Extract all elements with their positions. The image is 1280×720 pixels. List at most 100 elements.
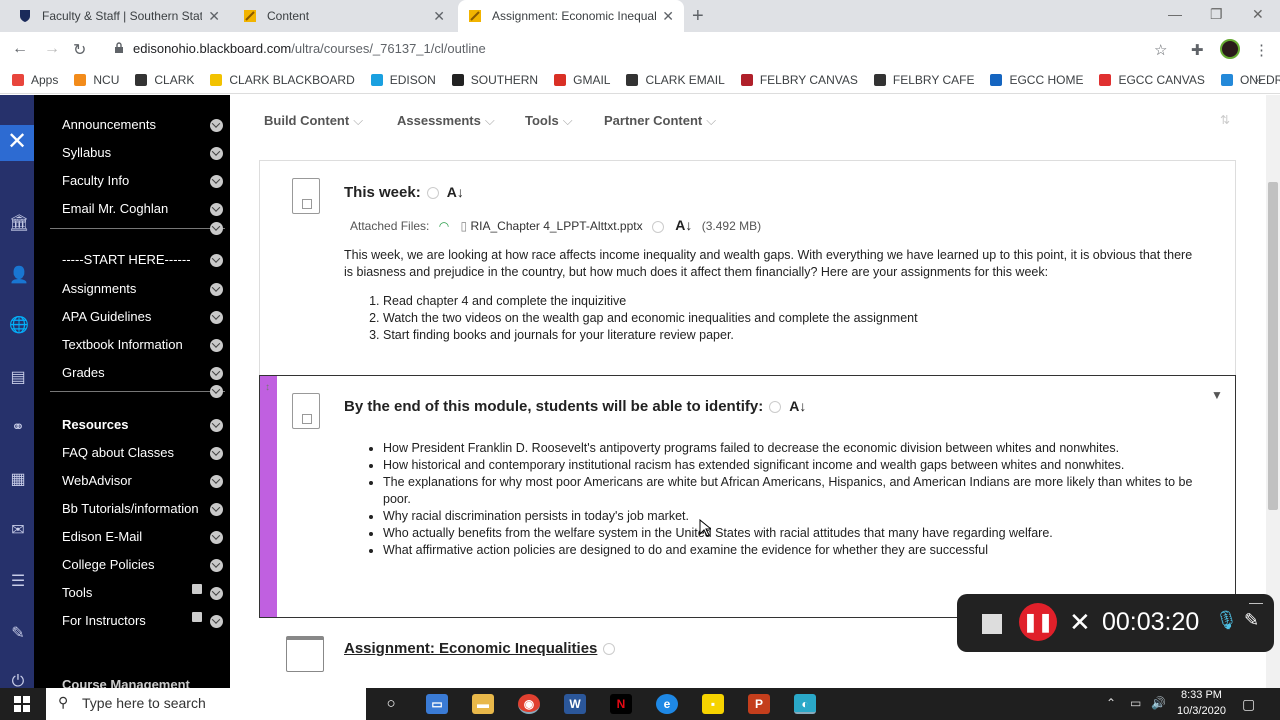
bookmark-item[interactable]: EGCC HOME (990, 73, 1083, 87)
tab-content[interactable]: Content ✕ (233, 0, 455, 32)
menu-item-options-icon[interactable] (210, 339, 223, 352)
minimize-recorder-icon[interactable]: — (1249, 594, 1263, 610)
menu-item-options-icon[interactable] (210, 503, 223, 516)
taskbar-search-box[interactable]: ⚲ Type here to search (46, 688, 366, 720)
partner-content-menu[interactable]: Partner Content ⌵ (604, 113, 716, 129)
course-menu-item[interactable]: Resources (62, 417, 128, 432)
tab-close-icon[interactable]: ✕ (433, 8, 445, 25)
menu-item-options-icon[interactable] (210, 203, 223, 216)
bookmark-item[interactable]: FELBRY CANVAS (740, 73, 858, 87)
globe-icon[interactable]: 🌐 (9, 315, 29, 334)
options-chevron-icon[interactable] (426, 187, 439, 200)
bookmark-item[interactable]: CLARK EMAIL (626, 73, 725, 87)
tools-icon[interactable]: ✎ (9, 623, 27, 642)
course-menu-item[interactable]: Email Mr. Coghlan (62, 201, 168, 216)
bookmark-item[interactable]: EGCC CANVAS (1099, 73, 1205, 87)
item-title[interactable]: This week: A↓ (344, 184, 464, 201)
pause-recording-button[interactable]: ❚❚ (1019, 603, 1057, 641)
course-menu-item[interactable]: WebAdvisor (62, 473, 132, 488)
stop-recording-button[interactable] (982, 614, 1002, 634)
course-menu-item[interactable]: Tools (62, 585, 92, 600)
file-explorer-icon[interactable]: ▬ (472, 694, 494, 714)
course-menu-item[interactable]: -----START HERE------ (62, 252, 191, 267)
edge-icon[interactable]: e (656, 694, 678, 714)
menu-item-options-icon[interactable] (210, 475, 223, 488)
bookmark-item[interactable]: GMAIL (554, 73, 610, 87)
extensions-puzzle-icon[interactable]: ✚ (1191, 41, 1204, 59)
build-content-menu[interactable]: Build Content ⌵ (264, 113, 363, 129)
menu-item-options-icon[interactable] (210, 367, 223, 380)
new-tab-button[interactable]: + (692, 5, 704, 28)
bookmark-item[interactable]: NCU (74, 73, 119, 87)
profile-icon[interactable]: 👤 (9, 265, 29, 284)
taskbar-clock[interactable]: 8:33 PM 10/3/2020 (1177, 687, 1226, 719)
tab-close-icon[interactable]: ✕ (662, 8, 674, 25)
menu-item-options-icon[interactable] (210, 311, 223, 324)
options-chevron-icon[interactable] (603, 643, 616, 656)
course-menu-item[interactable]: Edison E-Mail (62, 529, 142, 544)
tab-faculty-staff[interactable]: Faculty & Staff | Southern State C ✕ (8, 0, 230, 32)
course-menu-item[interactable]: APA Guidelines (62, 309, 151, 324)
ally-gauge-icon[interactable]: ◠ (439, 219, 449, 233)
menu-item-options-icon[interactable] (210, 283, 223, 296)
menu-item-options-icon[interactable] (210, 175, 223, 188)
course-menu-item[interactable]: Assignments (62, 281, 136, 296)
tab-assignment[interactable]: Assignment: Economic Inequaliti ✕ (458, 0, 684, 32)
pen-icon[interactable]: ✎ (1244, 610, 1259, 631)
microphone-icon[interactable]: 🎙 (1215, 610, 1238, 631)
organizations-icon[interactable]: ⚭ (9, 417, 27, 436)
file-options-icon[interactable] (651, 220, 664, 233)
course-menu-item[interactable]: Syllabus (62, 145, 111, 160)
course-menu-item[interactable]: College Policies (62, 557, 155, 572)
menu-item-options-icon[interactable] (210, 254, 223, 267)
cancel-recording-icon[interactable]: ✕ (1069, 607, 1091, 638)
course-menu-item[interactable]: Grades (62, 365, 105, 380)
bookmark-item[interactable]: Apps (12, 73, 58, 87)
bookmark-item[interactable]: ONEDRIVE (1220, 73, 1280, 87)
reorder-icon[interactable]: ⇅ (1220, 113, 1230, 127)
netflix-icon[interactable]: N (610, 694, 632, 714)
notifications-icon[interactable]: ▢ (1242, 696, 1255, 713)
menu-item-options-icon[interactable] (210, 447, 223, 460)
attached-file-link[interactable]: RIA_Chapter 4_LPPT-Alttxt.pptx (471, 219, 643, 233)
course-menu-item[interactable]: Bb Tutorials/information (62, 501, 199, 516)
tools-menu[interactable]: Tools ⌵ (525, 113, 573, 129)
institution-icon[interactable]: 🏛 (9, 213, 29, 232)
back-icon[interactable]: ← (12, 40, 28, 58)
forward-icon[interactable]: → (44, 40, 60, 58)
close-window-icon[interactable]: ✕ (1252, 6, 1264, 23)
battery-icon[interactable]: ▭ (1130, 696, 1141, 710)
menu-item-options-icon[interactable] (210, 222, 223, 235)
assessments-menu[interactable]: Assessments ⌵ (397, 113, 495, 129)
bookmark-item[interactable]: FELBRY CAFE (873, 73, 974, 87)
bookmarks-more-icon[interactable]: » (1255, 72, 1262, 87)
volume-icon[interactable]: 🔊 (1151, 696, 1166, 710)
course-menu-item[interactable]: For Instructors (62, 613, 146, 628)
menu-item-options-icon[interactable] (210, 385, 223, 398)
word-icon[interactable]: W (564, 694, 586, 714)
assignment-link[interactable]: Assignment: Economic Inequalities (344, 640, 616, 657)
menu-item-options-icon[interactable] (210, 419, 223, 432)
bookmark-star-icon[interactable]: ☆ (1154, 41, 1167, 59)
bookmark-item[interactable]: CLARK BLACKBOARD (210, 73, 355, 87)
item-title[interactable]: By the end of this module, students will… (344, 398, 806, 415)
profile-avatar[interactable] (1220, 39, 1240, 59)
restore-window-icon[interactable]: ❐ (1210, 6, 1223, 23)
menu-item-options-icon[interactable] (210, 587, 223, 600)
cortana-icon[interactable]: ○ (380, 694, 402, 714)
alternative-formats-icon[interactable]: A↓ (789, 398, 806, 414)
close-menu-button[interactable]: ✕ (0, 125, 34, 161)
bookmark-item[interactable]: CLARK (135, 73, 194, 87)
calendar-icon[interactable]: ▦ (9, 469, 27, 488)
menu-item-options-icon[interactable] (210, 119, 223, 132)
drag-handle-icon[interactable]: ↕ (265, 382, 270, 393)
tab-close-icon[interactable]: ✕ (208, 8, 220, 25)
scrollbar-thumb[interactable] (1268, 182, 1278, 510)
course-menu-item[interactable]: Textbook Information (62, 337, 183, 352)
course-menu-item[interactable]: Faculty Info (62, 173, 129, 188)
menu-item-options-icon[interactable] (210, 559, 223, 572)
alternative-formats-icon[interactable]: A↓ (447, 184, 464, 200)
collapse-chevron-icon[interactable]: ▼ (1211, 388, 1223, 402)
courses-icon[interactable]: ▤ (9, 367, 27, 386)
task-view-icon[interactable]: ▭ (426, 694, 448, 714)
